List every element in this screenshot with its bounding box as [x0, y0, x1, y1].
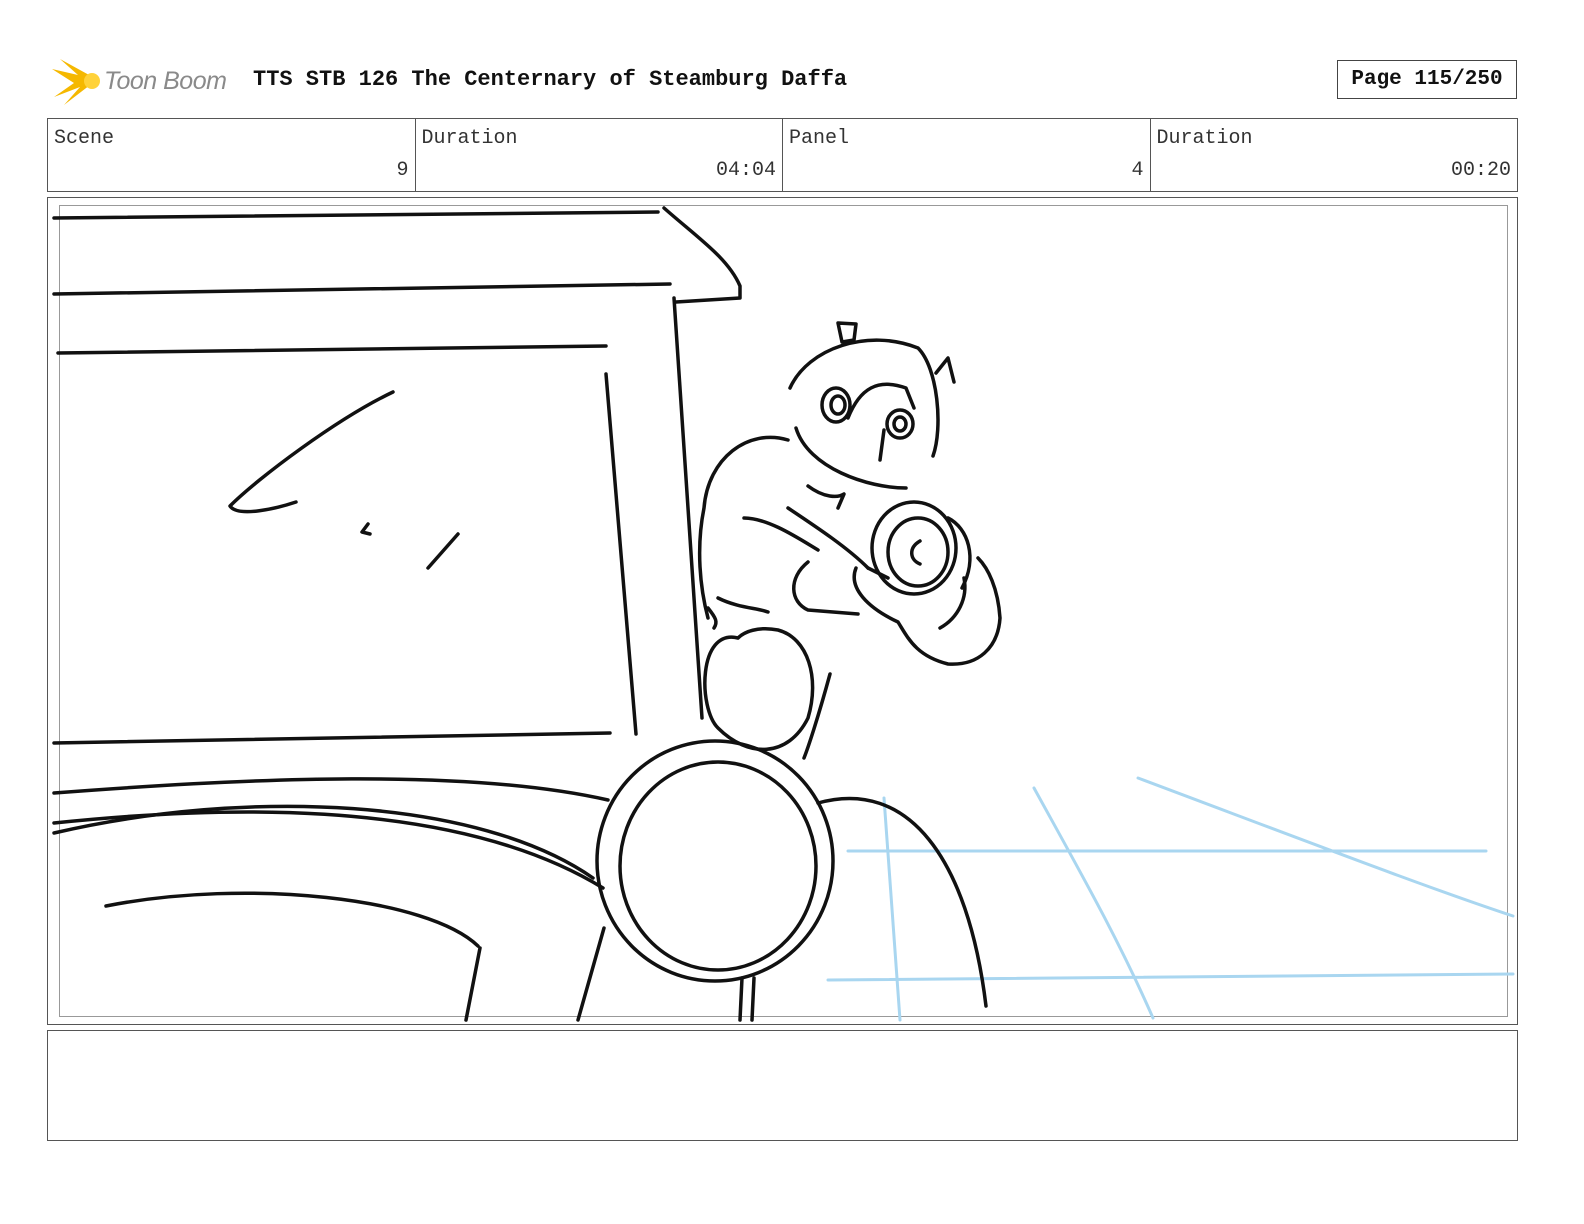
character-and-vehicle-sketch — [52, 206, 1002, 1022]
scene-cell: Scene 9 — [48, 119, 416, 191]
panel-duration-label: Duration — [1156, 127, 1253, 150]
page-number: Page 115/250 — [1337, 60, 1517, 99]
scene-duration-label: Duration — [421, 127, 518, 150]
panel-notes — [47, 1030, 1518, 1141]
toon-boom-logo: Toon Boom — [50, 55, 240, 107]
scene-duration-cell: Duration 04:04 — [416, 119, 783, 191]
scene-value: 9 — [396, 159, 409, 182]
scene-duration-value: 04:04 — [715, 159, 776, 182]
logo-burst-icon — [52, 59, 100, 105]
storyboard-panel — [47, 197, 1518, 1025]
panel-duration-value: 00:20 — [1450, 159, 1511, 182]
logo-text: Toon Boom — [104, 67, 227, 95]
scene-label: Scene — [54, 127, 115, 150]
perspective-guides — [826, 776, 1515, 1022]
panel-cell: Panel 4 — [783, 119, 1151, 191]
storyboard-title: TTS STB 126 The Centernary of Steamburg … — [253, 67, 848, 92]
sketch-drawing — [52, 206, 1515, 1022]
panel-label: Panel — [789, 127, 850, 150]
info-table: Scene 9 Duration 04:04 Panel 4 Duration … — [47, 118, 1518, 192]
panel-value: 4 — [1131, 159, 1144, 182]
panel-duration-cell: Duration 00:20 — [1151, 119, 1518, 191]
